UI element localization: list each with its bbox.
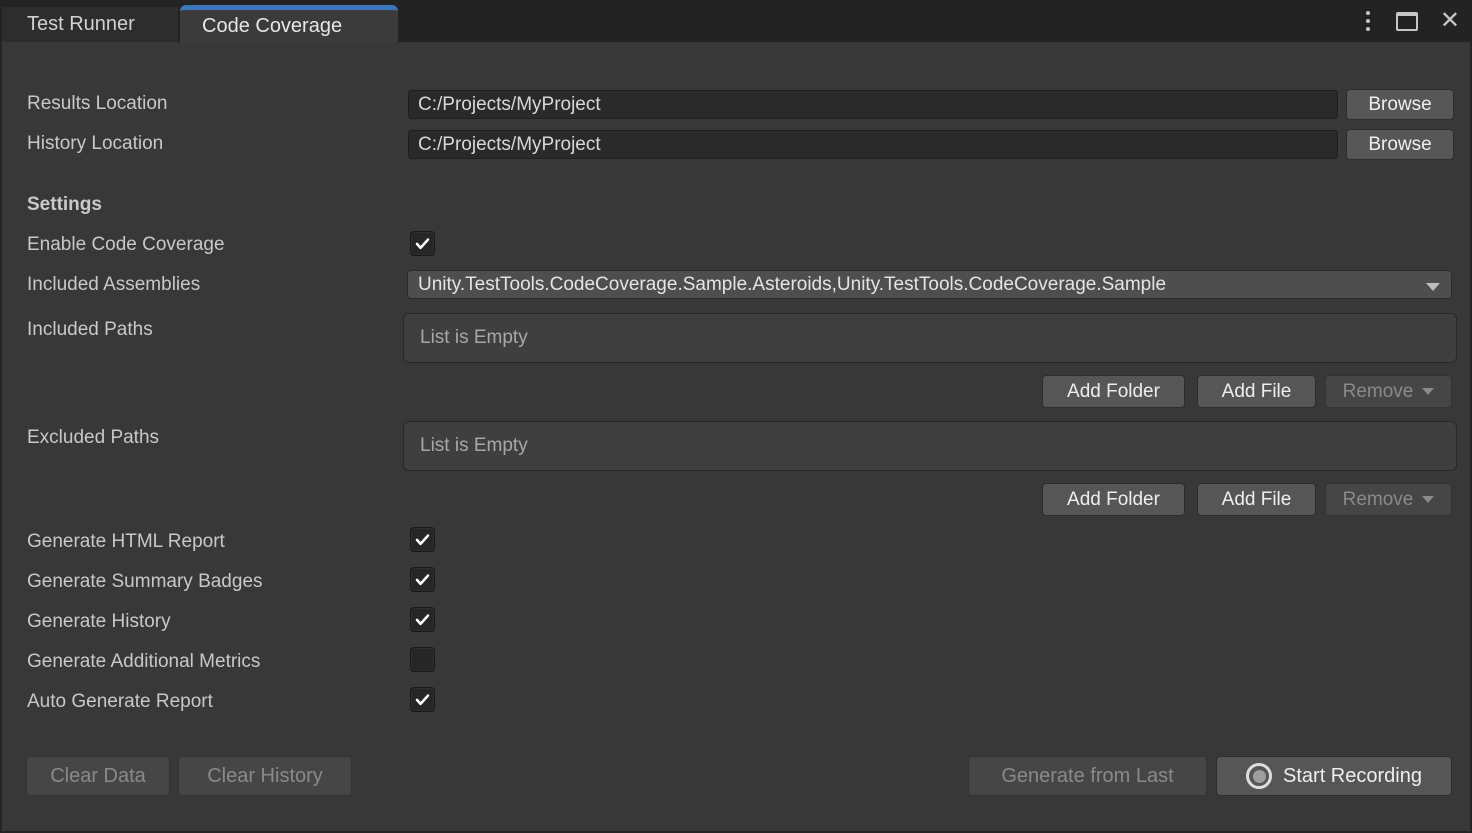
results-location-label: Results Location [27,90,167,118]
clear-history-button[interactable]: Clear History [178,756,352,796]
chevron-down-icon [1422,388,1434,395]
generate-summary-badges-checkbox[interactable] [410,567,435,592]
history-browse-button[interactable]: Browse [1346,129,1454,160]
checkmark-icon [413,530,432,549]
included-remove-label: Remove [1343,381,1414,403]
results-location-input[interactable]: C:/Projects/MyProject [408,90,1338,119]
chevron-down-icon [1426,283,1440,291]
settings-header: Settings [27,191,102,219]
chevron-down-icon [1422,496,1434,503]
tab-test-runner[interactable]: Test Runner [2,7,178,42]
tab-code-coverage[interactable]: Code Coverage [180,5,398,42]
maximize-icon[interactable] [1396,12,1418,31]
auto-generate-report-label: Auto Generate Report [27,688,213,716]
included-assemblies-label: Included Assemblies [27,271,200,299]
enable-code-coverage-checkbox[interactable] [410,231,435,256]
generate-history-checkbox[interactable] [410,607,435,632]
auto-generate-report-checkbox[interactable] [410,687,435,712]
excluded-add-file-button[interactable]: Add File [1197,483,1316,516]
checkmark-icon [413,690,432,709]
generate-additional-metrics-checkbox[interactable] [410,647,435,672]
generate-html-report-checkbox[interactable] [410,527,435,552]
included-add-folder-button[interactable]: Add Folder [1042,375,1185,408]
excluded-remove-label: Remove [1343,489,1414,511]
tab-bar: Test Runner Code Coverage ✕ [0,0,1472,42]
excluded-add-folder-button[interactable]: Add Folder [1042,483,1185,516]
excluded-paths-label: Excluded Paths [27,424,159,452]
excluded-remove-button[interactable]: Remove [1325,483,1452,516]
included-paths-list[interactable]: List is Empty [403,313,1457,363]
start-recording-label: Start Recording [1283,765,1422,788]
included-add-file-button[interactable]: Add File [1197,375,1316,408]
generate-summary-badges-label: Generate Summary Badges [27,568,263,596]
checkmark-icon [413,234,432,253]
included-paths-label: Included Paths [27,316,153,344]
start-recording-button[interactable]: Start Recording [1216,756,1452,796]
included-assemblies-dropdown[interactable]: Unity.TestTools.CodeCoverage.Sample.Aste… [407,270,1452,299]
generate-from-last-button[interactable]: Generate from Last [968,756,1207,796]
menu-kebab-icon[interactable] [1362,7,1374,35]
generate-html-report-label: Generate HTML Report [27,528,225,556]
history-location-label: History Location [27,130,163,158]
included-assemblies-value: Unity.TestTools.CodeCoverage.Sample.Aste… [418,274,1166,296]
history-location-input[interactable]: C:/Projects/MyProject [408,130,1338,159]
generate-history-label: Generate History [27,608,171,636]
excluded-paths-list[interactable]: List is Empty [403,421,1457,471]
enable-code-coverage-label: Enable Code Coverage [27,231,225,259]
results-browse-button[interactable]: Browse [1346,89,1454,120]
code-coverage-window: Test Runner Code Coverage ✕ Results Loca… [0,0,1472,833]
included-remove-button[interactable]: Remove [1325,375,1452,408]
generate-additional-metrics-label: Generate Additional Metrics [27,648,260,676]
clear-data-button[interactable]: Clear Data [26,756,170,796]
close-icon[interactable]: ✕ [1440,9,1460,33]
checkmark-icon [413,610,432,629]
checkmark-icon [413,570,432,589]
record-icon [1246,763,1272,789]
window-controls: ✕ [1362,0,1460,42]
